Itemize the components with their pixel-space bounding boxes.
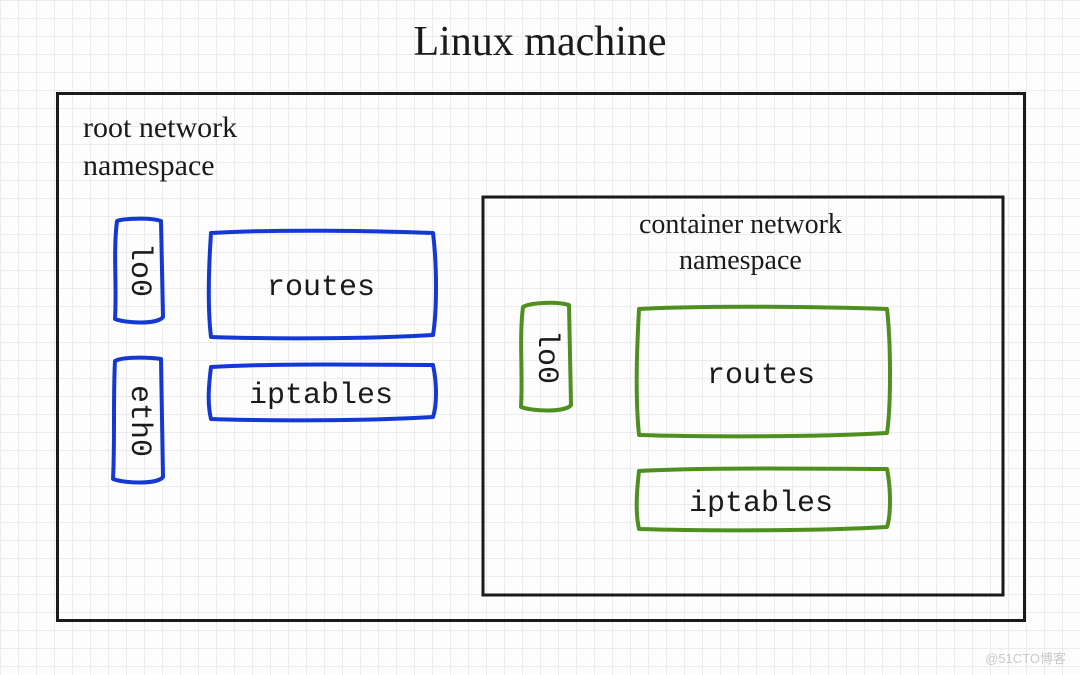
container-routes-box: routes: [637, 307, 890, 437]
root-iptables-text: iptables: [249, 379, 393, 413]
container-namespace-box: container network namespace: [483, 197, 1003, 595]
container-iptables-box: iptables: [637, 469, 890, 531]
root-lo0-box: lo0: [115, 219, 163, 323]
watermark: @51CTO博客: [985, 648, 1066, 667]
root-lo0-text: lo0: [122, 243, 156, 297]
diagram-canvas: Linux machine root network namespace lo0…: [0, 0, 1080, 675]
diagram-title: Linux machine: [0, 18, 1080, 66]
container-iptables-text: iptables: [689, 487, 833, 521]
container-routes-text: routes: [707, 359, 815, 393]
root-iptables-box: iptables: [209, 365, 436, 421]
root-routes-box: routes: [209, 231, 436, 339]
container-lo0-text: lo0: [529, 330, 563, 384]
container-lo0-box: lo0: [521, 303, 571, 411]
linux-machine-box: root network namespace lo0 eth0 routes: [56, 92, 1026, 622]
root-routes-text: routes: [267, 271, 375, 305]
container-namespace-label-line1: container network: [639, 209, 842, 240]
diagram-svg: lo0 eth0 routes iptables container netwo…: [59, 95, 1023, 619]
container-namespace-label-line2: namespace: [679, 245, 802, 276]
root-eth0-box: eth0: [113, 358, 163, 483]
root-eth0-text: eth0: [122, 385, 156, 457]
